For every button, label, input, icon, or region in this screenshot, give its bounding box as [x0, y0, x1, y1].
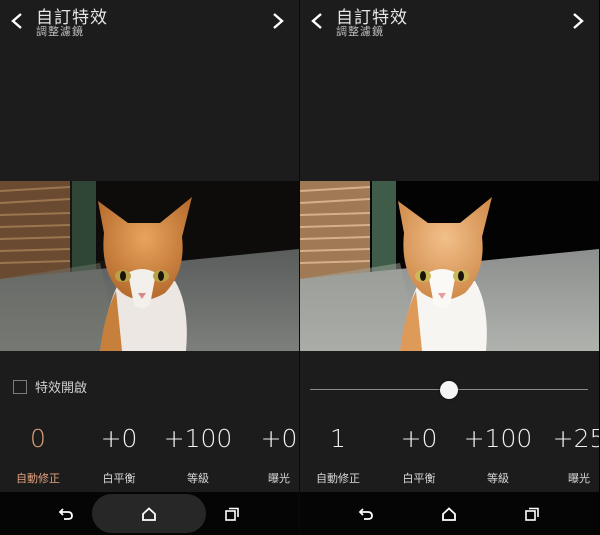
param-label-level[interactable]: 等級 — [487, 470, 509, 486]
param-labels: 自動修正 白平衡 等級 曝光 — [0, 470, 299, 488]
home-icon — [142, 506, 156, 521]
nav-back-button[interactable] — [44, 492, 88, 535]
param-label-white-balance[interactable]: 白平衡 — [103, 470, 136, 486]
effect-toggle-checkbox[interactable] — [13, 380, 27, 394]
app-header: 自訂特效 調整濾鏡 — [0, 0, 299, 44]
recent-apps-icon — [525, 507, 539, 521]
forward-chevron-icon[interactable] — [571, 12, 585, 30]
page-subtitle: 調整濾鏡 — [36, 25, 84, 38]
effect-toggle-row[interactable]: 特效開啟 — [0, 372, 299, 402]
page-subtitle: 調整濾鏡 — [336, 25, 384, 38]
param-value-exposure[interactable]: +0 — [261, 424, 298, 453]
param-value-auto[interactable]: 1 — [330, 424, 346, 453]
back-arrow-icon — [58, 507, 73, 520]
param-label-white-balance[interactable]: 白平衡 — [403, 470, 436, 486]
screen-after: 自訂特效 調整濾鏡 1 +0 +100 +25 自動修正 白平衡 等級 曝光 — [300, 0, 599, 535]
nav-recents-button[interactable] — [510, 492, 554, 535]
param-labels: 自動修正 白平衡 等級 曝光 — [300, 470, 599, 488]
preview-image-adjusted — [300, 181, 599, 351]
system-nav-bar — [300, 492, 599, 535]
param-label-auto[interactable]: 自動修正 — [16, 470, 60, 486]
home-icon — [442, 506, 456, 521]
app-header: 自訂特效 調整濾鏡 — [300, 0, 599, 44]
param-value-level[interactable]: +100 — [164, 424, 233, 453]
param-value-exposure[interactable]: +25 — [553, 424, 599, 453]
param-label-exposure[interactable]: 曝光 — [268, 470, 290, 486]
nav-back-button[interactable] — [344, 492, 388, 535]
param-value-white-balance[interactable]: +0 — [401, 424, 438, 453]
param-label-auto[interactable]: 自動修正 — [316, 470, 360, 486]
param-values: 1 +0 +100 +25 — [300, 424, 599, 456]
back-arrow-icon — [358, 507, 373, 520]
slider-thumb[interactable] — [440, 381, 458, 399]
nav-home-button[interactable] — [127, 492, 171, 535]
preview-image — [0, 181, 299, 351]
param-value-auto[interactable]: 0 — [30, 424, 46, 453]
param-values: 0 +0 +100 +0 — [0, 424, 299, 456]
param-value-white-balance[interactable]: +0 — [101, 424, 138, 453]
nav-recents-button[interactable] — [210, 492, 254, 535]
effect-toggle-label: 特效開啟 — [35, 381, 88, 396]
back-chevron-icon[interactable] — [310, 12, 324, 30]
adjustment-slider[interactable] — [310, 378, 588, 402]
screen-before: 自訂特效 調整濾鏡 特效開啟 0 +0 +100 +0 自動修正 白平衡 等級 … — [0, 0, 299, 535]
nav-home-button[interactable] — [427, 492, 471, 535]
back-chevron-icon[interactable] — [10, 12, 24, 30]
system-nav-bar — [0, 492, 299, 535]
param-label-exposure[interactable]: 曝光 — [568, 470, 590, 486]
recent-apps-icon — [225, 507, 239, 521]
param-value-level[interactable]: +100 — [464, 424, 533, 453]
param-label-level[interactable]: 等級 — [187, 470, 209, 486]
forward-chevron-icon[interactable] — [271, 12, 285, 30]
